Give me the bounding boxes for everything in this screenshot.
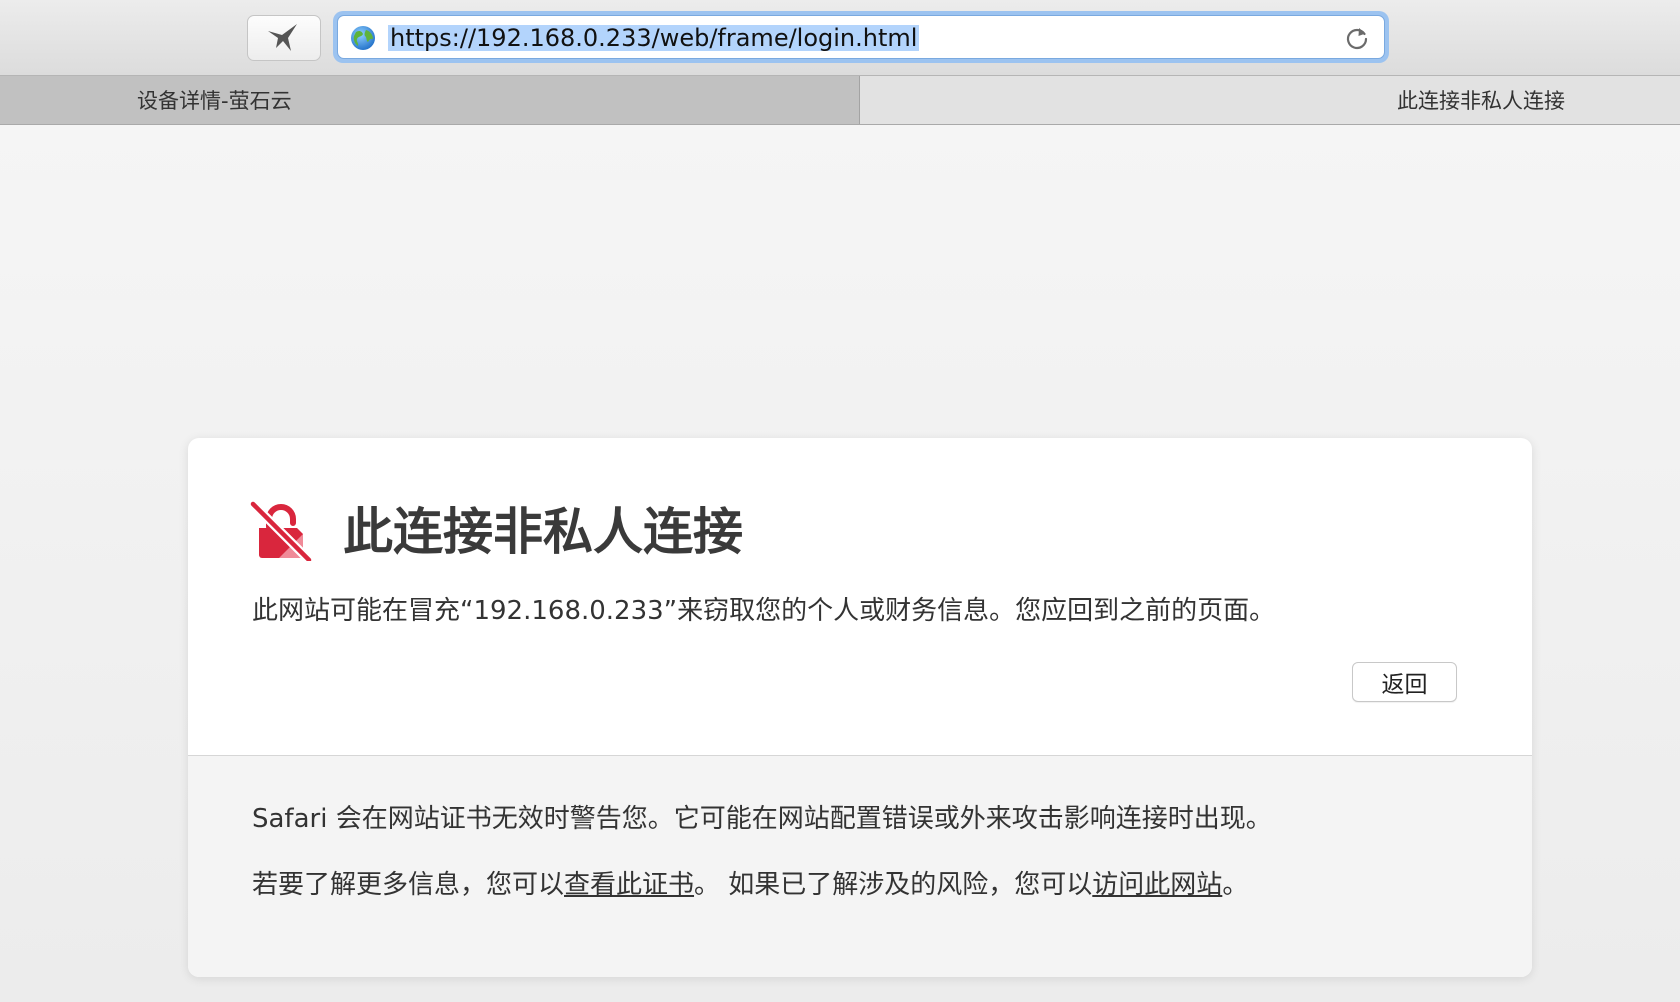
tab-not-private-connection[interactable]: 此连接非私人连接 xyxy=(860,76,1680,124)
warning-card: 此连接非私人连接 此网站可能在冒充“192.168.0.233”来窃取您的个人或… xyxy=(188,438,1532,977)
page-content: 此连接非私人连接 此网站可能在冒充“192.168.0.233”来窃取您的个人或… xyxy=(0,125,1680,1002)
address-bar-field[interactable]: https://192.168.0.233/web/frame/login.ht… xyxy=(337,15,1385,59)
browser-toolbar: https://192.168.0.233/web/frame/login.ht… xyxy=(0,0,1680,75)
warning-card-details: Safari 会在网站证书无效时警告您。它可能在网站配置错误或外来攻击影响连接时… xyxy=(188,756,1532,977)
share-button[interactable] xyxy=(247,15,321,61)
more-info-middle: 。 如果已了解涉及的风险，您可以 xyxy=(694,870,1093,900)
view-certificate-link[interactable]: 查看此证书 xyxy=(564,870,694,900)
more-info-suffix: 。 xyxy=(1222,870,1249,900)
back-button[interactable]: 返回 xyxy=(1352,662,1457,702)
warning-message: 此网站可能在冒充“192.168.0.233”来窃取您的个人或财务信息。您应回到… xyxy=(252,596,1276,626)
warning-title: 此连接非私人连接 xyxy=(343,503,743,561)
visit-website-link[interactable]: 访问此网站 xyxy=(1092,870,1222,900)
tab-bar: 设备详情-萤石云 此连接非私人连接 xyxy=(0,75,1680,125)
tab-device-details[interactable]: 设备详情-萤石云 xyxy=(0,76,860,124)
warning-card-main: 此连接非私人连接 此网站可能在冒充“192.168.0.233”来窃取您的个人或… xyxy=(188,438,1532,756)
broken-lock-icon xyxy=(249,501,313,561)
more-info-line: 若要了解更多信息，您可以查看此证书。 如果已了解涉及的风险，您可以访问此网站。 xyxy=(252,868,1248,902)
certificate-explanation: Safari 会在网站证书无效时警告您。它可能在网站配置错误或外来攻击影响连接时… xyxy=(252,804,1272,834)
address-bar[interactable]: https://192.168.0.233/web/frame/login.ht… xyxy=(333,11,1389,63)
url-text[interactable]: https://192.168.0.233/web/frame/login.ht… xyxy=(388,25,920,51)
globe-icon xyxy=(351,26,375,50)
reload-icon[interactable] xyxy=(1344,25,1370,51)
more-info-prefix: 若要了解更多信息，您可以 xyxy=(252,870,565,900)
tab-label: 此连接非私人连接 xyxy=(1397,89,1565,113)
tab-label: 设备详情-萤石云 xyxy=(137,89,292,113)
share-bird-icon xyxy=(268,24,297,51)
